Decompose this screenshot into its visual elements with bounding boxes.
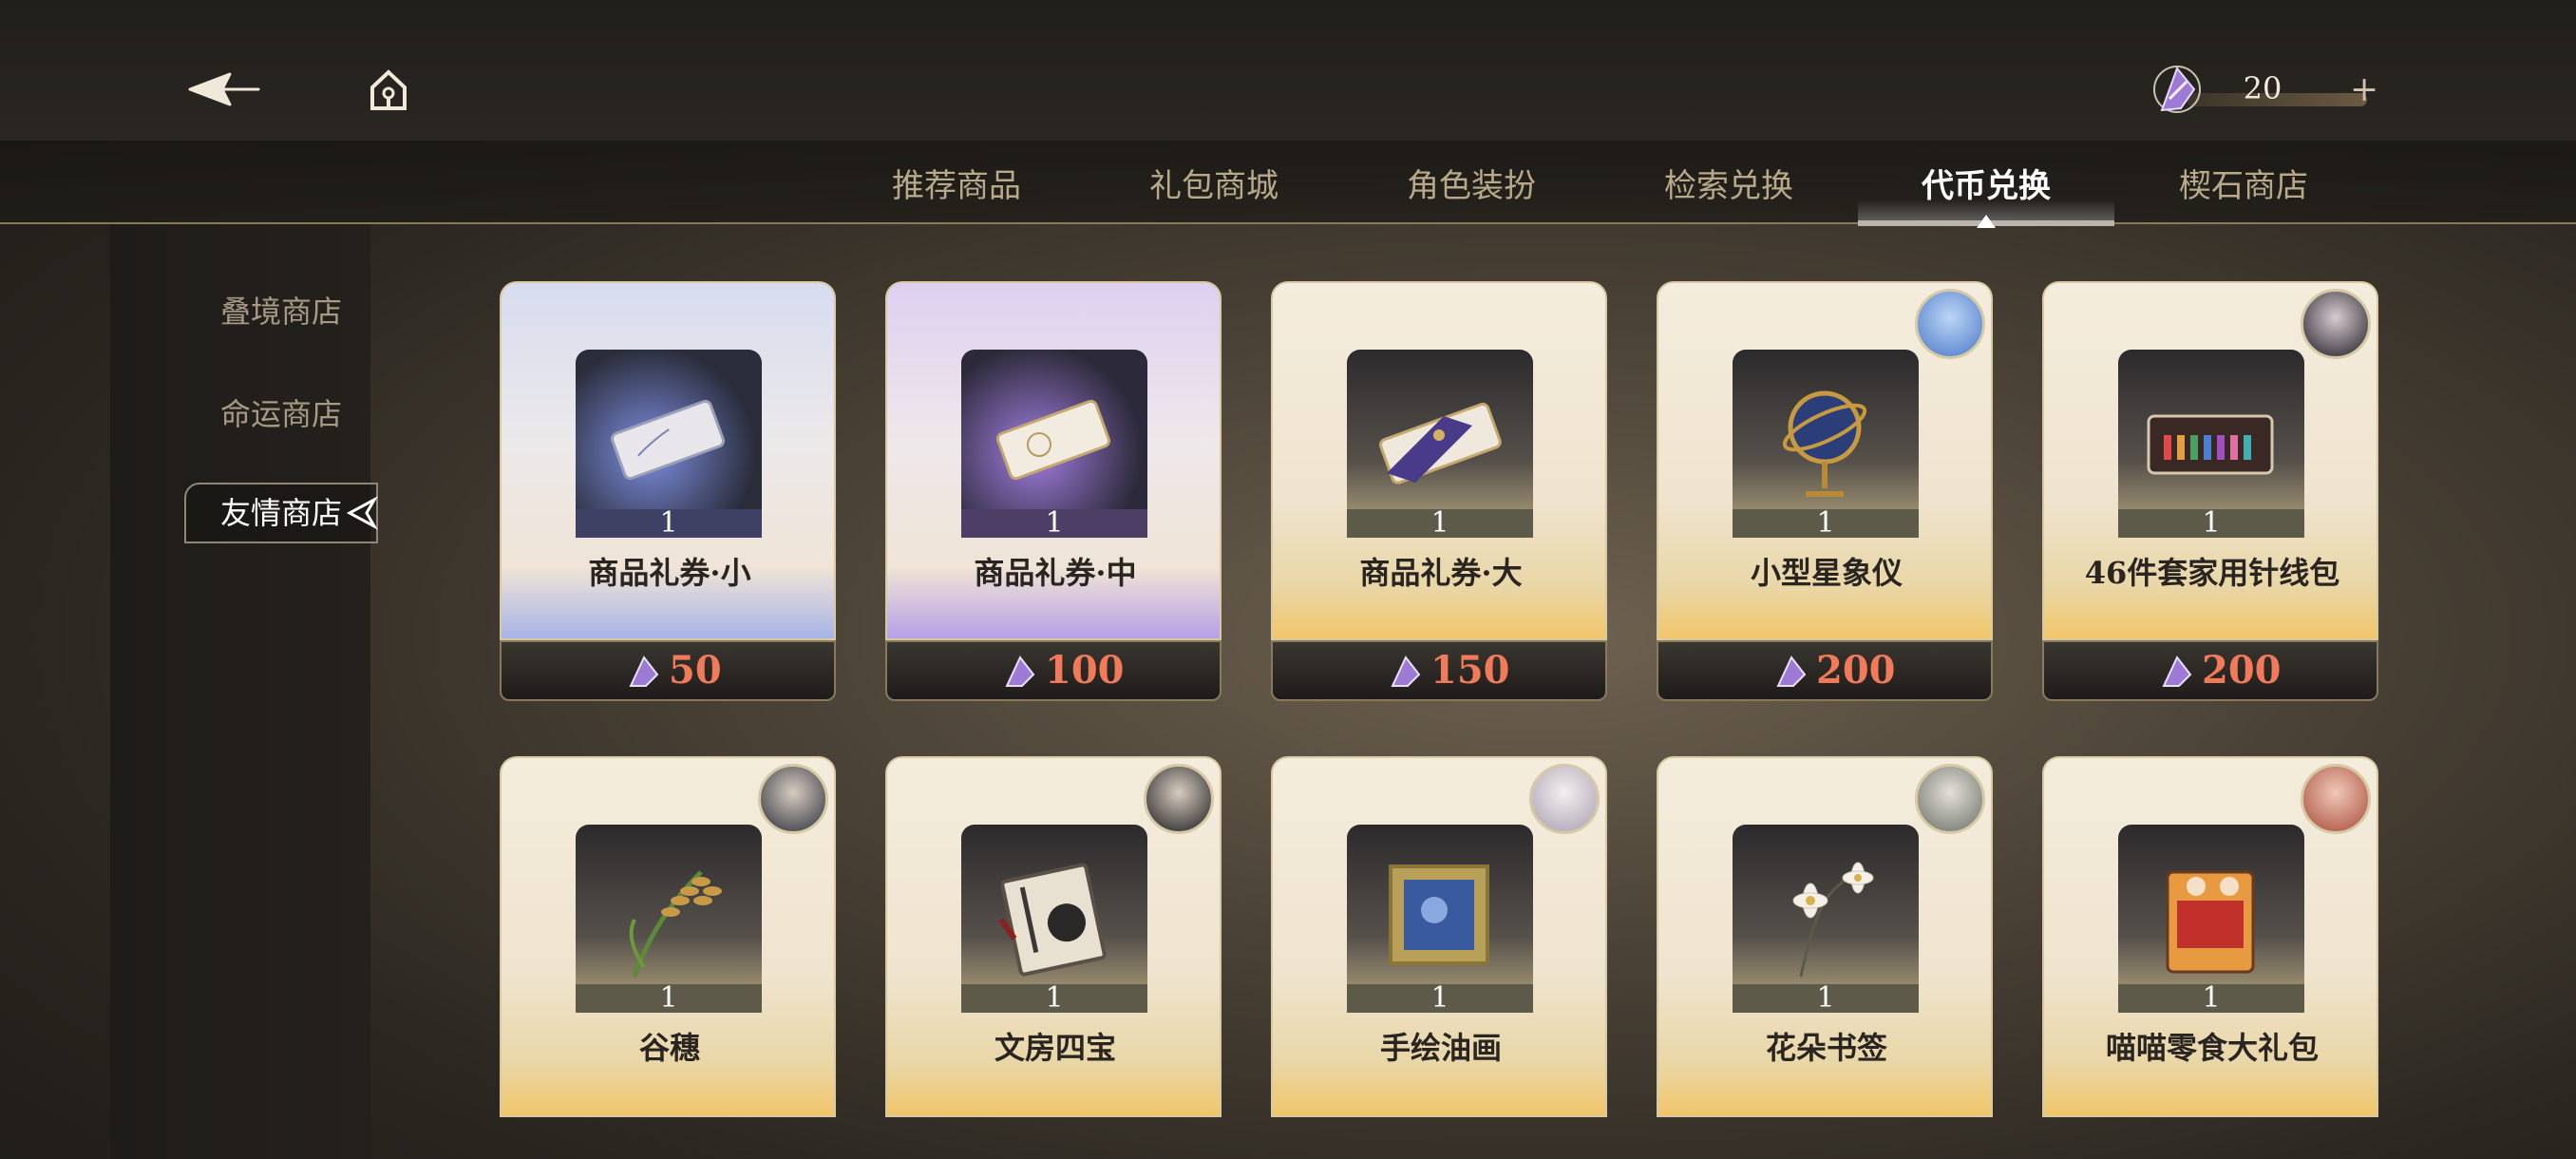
tab-gift-packs[interactable]: 礼包商城 [1086,152,1342,220]
sidebar: 叠境商店 命运商店 友情商店 [110,224,378,1159]
item-quantity: 1 [961,509,1147,538]
item-quantity: 1 [1347,984,1533,1013]
shop-item-card[interactable]: 1 手绘油画 [1271,756,1607,1117]
shop-item-card[interactable]: 1 小型星象仪 200 [1657,281,1993,701]
oil-painting-icon [1389,864,1489,965]
sewing-kit-icon [2147,414,2274,475]
tab-keystone-shop[interactable]: 楔石商店 [2115,152,2372,220]
character-avatar [1144,764,1214,834]
card-body: 1 文房四宝 [885,756,1222,1117]
item-quantity: 1 [576,509,762,538]
item-quantity: 1 [576,984,762,1013]
sidebar-item-overlap-shop[interactable]: 叠境商店 [177,283,386,340]
item-quantity: 1 [2118,509,2304,538]
tab-token-exchange-label: 代币兑换 [1922,167,2051,205]
back-arrow-icon [188,72,260,106]
friendship-token-icon [1391,656,1421,687]
card-body: 1 商品礼券·中 [885,281,1222,640]
price-bar: 150 [1271,640,1607,701]
shop-item-card[interactable]: 1 谷穗 [500,756,836,1117]
rice-ear-icon [629,870,722,978]
voucher-large-icon [1378,402,1502,484]
item-quantity: 1 [1733,984,1919,1013]
item-quantity: 1 [2118,984,2304,1013]
item-name: 谷穗 [638,1030,700,1066]
friendship-token-icon [629,656,659,687]
item-price: 50 [669,648,722,693]
card-body: 1 喵喵零食大礼包 [2042,756,2378,1117]
friendship-token-icon [1005,656,1035,687]
voucher-small-icon [610,399,726,481]
home-button[interactable] [365,66,412,114]
shop-item-card[interactable]: 1 46件套家用针线包 200 [2042,281,2378,701]
item-name: 喵喵零食大礼包 [2105,1030,2319,1066]
sidebar-item-fate-shop[interactable]: 命运商店 [177,386,386,443]
item-price: 150 [1430,648,1510,693]
card-body: 1 商品礼券·大 [1271,281,1607,640]
item-quantity: 1 [1347,509,1533,538]
tab-token-exchange[interactable]: 代币兑换 [1858,152,2114,228]
currency-value: 20 [2243,70,2282,106]
item-name: 商品礼券·大 [1359,555,1523,591]
tab-outfits[interactable]: 角色装扮 [1343,152,1600,220]
voucher-medium-icon [995,399,1111,481]
active-tab-caret-icon [1977,215,1996,228]
shop-item-card[interactable]: 1 喵喵零食大礼包 [2042,756,2378,1117]
back-button[interactable] [186,68,262,110]
stationery-set-icon [998,863,1107,977]
card-body: 1 手绘油画 [1271,756,1607,1117]
shop-item-card[interactable]: 1 花朵书签 [1657,756,1993,1117]
card-body: 1 商品礼券·小 [500,281,836,640]
selected-arrow-icon [346,496,378,530]
tab-recommended[interactable]: 推荐商品 [828,152,1085,220]
character-avatar [1915,764,1985,834]
item-price: 200 [1816,648,1896,693]
item-name: 商品礼券·中 [974,555,1137,591]
character-avatar [2301,764,2371,834]
character-avatar [2301,289,2371,359]
character-avatar [1915,289,1985,359]
friendship-token-icon [2162,656,2192,687]
shop-item-card[interactable]: 1 商品礼券·大 150 [1271,281,1607,701]
item-name: 商品礼券·小 [588,555,751,591]
friendship-token-icon [1776,656,1807,687]
item-name: 46件套家用针线包 [2084,555,2340,591]
price-bar: 200 [2042,640,2378,701]
add-currency-button[interactable]: + [2350,70,2378,109]
item-name: 文房四宝 [994,1030,1116,1066]
price-bar: 50 [500,640,836,701]
price-bar: 200 [1657,640,1993,701]
character-avatar [758,764,828,834]
home-icon [370,69,407,110]
item-quantity: 1 [1733,509,1919,538]
card-body: 1 花朵书签 [1657,756,1993,1117]
item-price: 100 [1045,648,1125,693]
item-name: 花朵书签 [1765,1030,1887,1066]
friendship-token-icon [2153,66,2201,113]
snack-pack-icon [2166,870,2255,974]
item-quantity: 1 [961,984,1147,1013]
shop-item-card[interactable]: 1 商品礼券·小 50 [500,281,836,701]
item-price: 200 [2202,648,2282,693]
item-name: 手绘油画 [1379,1030,1502,1066]
flower-bookmark-icon [1792,862,1874,978]
price-bar: 100 [885,640,1222,701]
character-avatar [1529,764,1600,834]
shop-item-card[interactable]: 1 商品礼券·中 100 [885,281,1222,701]
shop-item-card[interactable]: 1 文房四宝 [885,756,1222,1117]
item-name: 小型星象仪 [1750,555,1903,591]
card-body: 1 谷穗 [500,756,836,1117]
card-body: 1 46件套家用针线包 [2042,281,2378,640]
tab-search-exchange[interactable]: 检索兑换 [1601,152,1857,220]
armillary-sphere-icon [1782,390,1867,497]
currency-display: 20 + [2149,61,2386,118]
card-body: 1 小型星象仪 [1657,281,1993,640]
